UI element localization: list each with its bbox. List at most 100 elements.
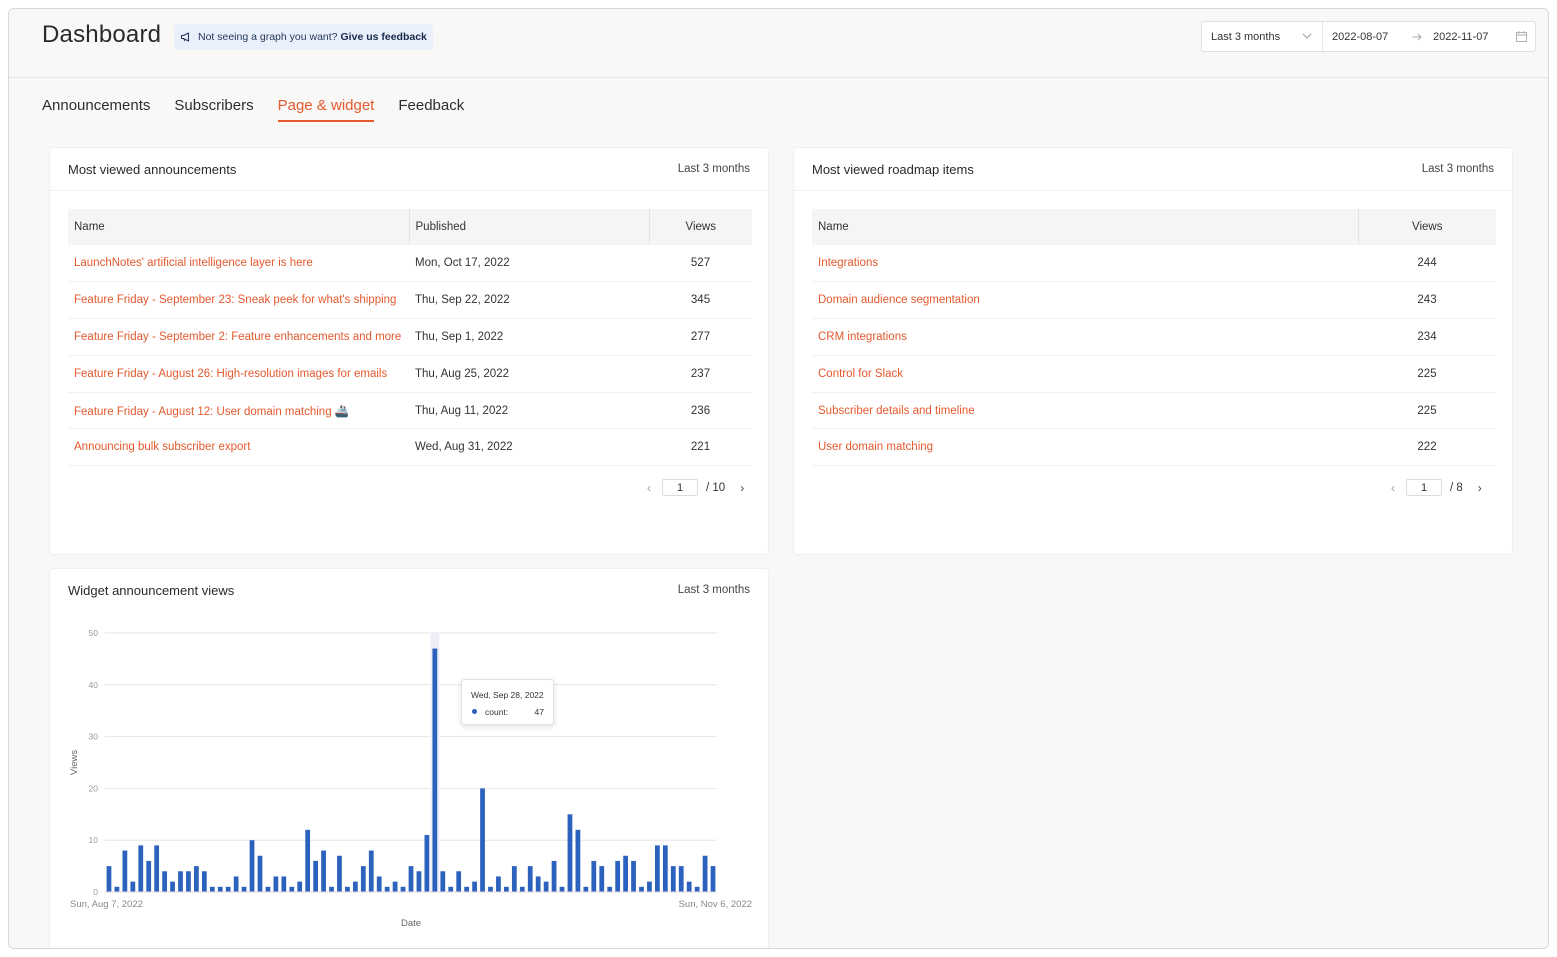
chart-bar xyxy=(209,886,215,892)
chart-bar xyxy=(178,871,183,892)
range-select-value: Last 3 months xyxy=(1211,30,1281,43)
y-tick-label: 30 xyxy=(89,732,99,742)
calendar-icon xyxy=(1516,31,1527,42)
tab-subscribers[interactable]: Subscribers xyxy=(174,97,253,122)
column-header-views[interactable]: Views xyxy=(1358,209,1496,245)
chart-bar xyxy=(400,886,406,892)
card-range: Last 3 months xyxy=(677,163,750,175)
chart-bar xyxy=(201,871,207,892)
chart-bar xyxy=(138,845,144,892)
page-input[interactable] xyxy=(662,479,698,496)
column-header-published[interactable]: Published xyxy=(409,209,650,245)
chart-bar xyxy=(583,886,589,892)
chevron-right-icon[interactable]: › xyxy=(735,481,749,495)
views-count: 244 xyxy=(1358,245,1496,283)
chart-bar xyxy=(464,886,470,892)
y-tick-label: 50 xyxy=(89,628,99,638)
chart-bar xyxy=(440,871,446,892)
card-range: Last 3 months xyxy=(1421,163,1494,175)
announcements-table: Name Published Views LaunchNotes' artifi… xyxy=(68,209,752,467)
column-header-views[interactable]: Views xyxy=(649,209,752,245)
announcement-link[interactable]: Feature Friday - August 12: User domain … xyxy=(68,392,409,430)
chart-bar xyxy=(511,866,517,892)
range-select[interactable]: Last 3 months xyxy=(1202,22,1323,51)
chart-bar xyxy=(424,835,430,892)
views-count: 527 xyxy=(649,245,752,283)
table-row: User domain matching 222 xyxy=(812,428,1496,467)
chart-bar xyxy=(194,866,199,892)
column-header-name[interactable]: Name xyxy=(68,209,410,245)
page-input[interactable] xyxy=(1406,479,1442,496)
column-header-name[interactable]: Name xyxy=(812,209,1359,245)
card-header: Widget announcement views Last 3 months xyxy=(50,569,768,612)
tooltip-date: Wed, Sep 28, 2022 xyxy=(471,690,544,700)
tab-bar: Announcements Subscribers Page & widget … xyxy=(42,97,488,122)
start-date-input[interactable]: 2022-08-07 xyxy=(1323,22,1409,51)
announcements-card: Most viewed announcements Last 3 months … xyxy=(49,147,769,555)
chart-bar xyxy=(313,860,319,892)
chart-bar xyxy=(567,814,573,892)
announcement-link[interactable]: LaunchNotes' artificial intelligence lay… xyxy=(68,245,409,283)
card-title: Most viewed announcements xyxy=(68,162,237,177)
chart-bar xyxy=(631,860,636,892)
y-axis-title: Views xyxy=(69,750,80,775)
announcements-pagination: ‹ / 10 › xyxy=(642,479,749,496)
announcement-link[interactable]: Announcing bulk subscriber export xyxy=(68,428,409,467)
end-date-input[interactable]: 2022-11-07 xyxy=(1425,22,1535,51)
table-row: Domain audience segmentation 243 xyxy=(812,281,1496,320)
chart-bar xyxy=(503,886,509,892)
roadmap-item-link[interactable]: CRM integrations xyxy=(812,318,1358,356)
announcement-link[interactable]: Feature Friday - September 2: Feature en… xyxy=(68,318,409,356)
table-row: Subscriber details and timeline 225 xyxy=(812,392,1496,430)
chart-bar xyxy=(368,850,374,892)
roadmap-item-link[interactable]: Domain audience segmentation xyxy=(812,281,1358,320)
published-date: Wed, Aug 31, 2022 xyxy=(409,428,649,467)
chart-bar xyxy=(448,886,454,892)
announcement-link[interactable]: Feature Friday - August 26: High-resolut… xyxy=(68,355,409,393)
chart-bar xyxy=(655,845,660,892)
chevron-right-icon[interactable]: › xyxy=(1473,481,1487,495)
chart-bar xyxy=(392,881,398,892)
chart-bar xyxy=(249,840,255,892)
roadmap-item-link[interactable]: Control for Slack xyxy=(812,355,1358,393)
views-bar-chart: 0 10 20 30 40 50 Sun, Aug 7, 2022 Sun, Nov 6, 2… xyxy=(69,628,752,929)
chart-bar xyxy=(337,855,342,892)
tab-announcements[interactable]: Announcements xyxy=(42,97,150,122)
chart-bar xyxy=(432,648,438,892)
tab-page-widget[interactable]: Page & widget xyxy=(277,97,375,122)
views-count: 225 xyxy=(1358,355,1496,393)
card-range: Last 3 months xyxy=(677,584,750,596)
chart-bar xyxy=(615,860,621,892)
chevron-left-icon[interactable]: ‹ xyxy=(642,481,656,495)
chart-bar xyxy=(551,860,557,892)
chart-bar xyxy=(297,881,303,892)
chart-bar xyxy=(527,866,533,892)
table-row: Control for Slack 225 xyxy=(812,355,1496,393)
page-total: / 8 xyxy=(1450,481,1463,494)
tab-feedback[interactable]: Feedback xyxy=(398,97,464,122)
chart-bar xyxy=(678,866,684,892)
published-date: Mon, Oct 17, 2022 xyxy=(409,245,649,283)
table-row: Feature Friday - September 2: Feature en… xyxy=(68,318,752,356)
chart-bar xyxy=(543,881,549,892)
chart-bar xyxy=(488,886,493,892)
chart-bar xyxy=(710,866,716,892)
card-header: Most viewed announcements Last 3 months xyxy=(50,148,768,191)
roadmap-item-link[interactable]: User domain matching xyxy=(812,428,1358,467)
x-tick-label: Sun, Aug 7, 2022 xyxy=(70,899,143,910)
table-row: Feature Friday - August 12: User domain … xyxy=(68,392,752,430)
chevron-down-icon xyxy=(1302,33,1312,39)
chart-bar xyxy=(241,886,247,892)
feedback-banner[interactable]: Not seeing a graph you want? Give us fee… xyxy=(174,24,433,50)
chart-bar xyxy=(265,886,271,892)
chart-bar xyxy=(225,886,231,892)
roadmap-pagination: ‹ / 8 › xyxy=(1386,479,1487,496)
roadmap-item-link[interactable]: Subscriber details and timeline xyxy=(812,392,1358,430)
chart-bar xyxy=(273,876,279,892)
announcement-link[interactable]: Feature Friday - September 23: Sneak pee… xyxy=(68,281,409,320)
chevron-left-icon[interactable]: ‹ xyxy=(1386,481,1400,495)
chart-bar xyxy=(623,855,628,892)
roadmap-item-link[interactable]: Integrations xyxy=(812,245,1358,283)
chart-bar xyxy=(575,829,581,892)
feedback-link[interactable]: Give us feedback xyxy=(341,31,427,43)
